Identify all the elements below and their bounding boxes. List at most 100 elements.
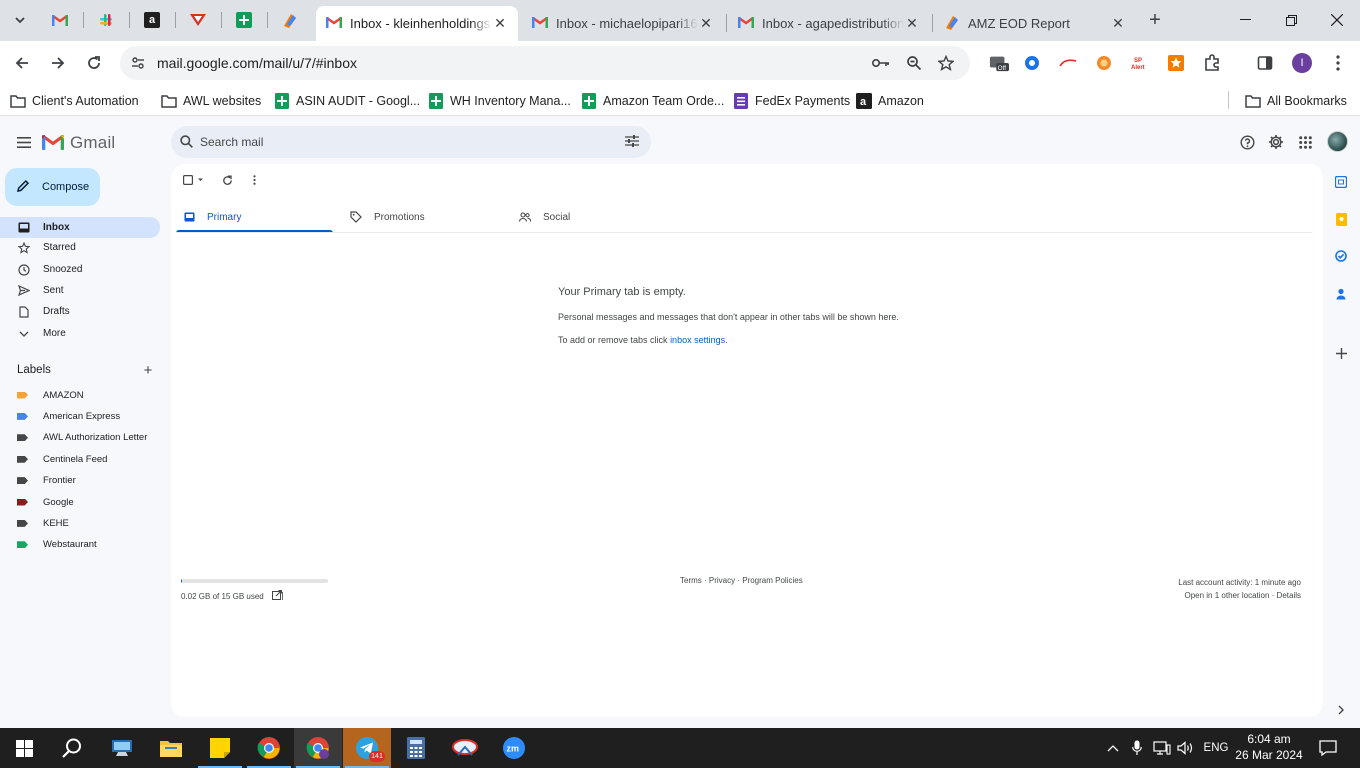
extension-blue-icon[interactable] — [1022, 53, 1042, 73]
profile-avatar[interactable]: I — [1292, 53, 1312, 73]
side-panel-icon[interactable] — [1255, 53, 1275, 73]
tab-inbox-michael[interactable]: Inbox - michaelopipari16 ✕ — [522, 6, 724, 41]
search-options-icon[interactable] — [625, 134, 639, 151]
extension-sp-alert-icon[interactable]: SP Alert — [1130, 53, 1150, 73]
details-link[interactable]: Details — [1277, 591, 1301, 600]
reload-icon[interactable] — [80, 49, 108, 77]
close-tab-icon[interactable]: ✕ — [904, 15, 920, 32]
pinned-tab-colorful[interactable] — [270, 6, 310, 34]
input-language[interactable]: ENG — [1202, 728, 1230, 768]
sticky-notes-icon[interactable] — [196, 728, 244, 768]
support-help-icon[interactable] — [1238, 133, 1256, 151]
chrome-profile-icon[interactable] — [294, 728, 342, 768]
label-item[interactable]: American Express — [17, 408, 120, 424]
close-window-icon[interactable] — [1314, 0, 1360, 40]
nav-more[interactable]: More — [0, 324, 160, 343]
label-item[interactable]: Webstaurant — [17, 537, 97, 553]
close-tab-icon[interactable]: ✕ — [1110, 15, 1126, 32]
search-icon[interactable] — [180, 135, 193, 151]
inbox-settings-link[interactable]: inbox settings — [670, 335, 725, 345]
extension-star-icon[interactable] — [1166, 53, 1186, 73]
keep-icon[interactable] — [1334, 212, 1348, 226]
search-input[interactable] — [200, 133, 600, 151]
program-policies-link[interactable]: Program Policies — [742, 576, 802, 585]
main-menu-icon[interactable] — [12, 130, 36, 154]
pinned-tab-sheets[interactable] — [224, 6, 264, 34]
terms-link[interactable]: Terms — [680, 576, 702, 585]
system-clock[interactable]: 6:04 am 26 Mar 2024 — [1232, 731, 1306, 763]
gmail-logo[interactable]: Gmail — [42, 133, 115, 153]
chrome-menu-icon[interactable] — [1328, 53, 1348, 73]
more-options-icon[interactable] — [253, 173, 256, 187]
nav-starred[interactable]: Starred — [0, 238, 160, 257]
nav-sent[interactable]: Sent — [0, 281, 160, 300]
bookmark-asin-audit[interactable]: ASIN AUDIT - Googl... — [274, 91, 420, 111]
close-tab-icon[interactable]: ✕ — [698, 15, 714, 32]
tasks-icon[interactable] — [1334, 249, 1348, 263]
tab-primary[interactable]: Primary — [183, 201, 241, 233]
nav-inbox[interactable]: Inbox — [0, 217, 160, 238]
back-arrow-icon[interactable] — [8, 49, 36, 77]
volume-icon[interactable] — [1176, 728, 1196, 768]
pinned-tab-gmail[interactable] — [40, 6, 80, 34]
compose-button[interactable]: Compose — [5, 168, 100, 206]
windows-start-icon[interactable] — [0, 728, 48, 768]
zoom-icon[interactable] — [904, 53, 924, 73]
nav-snoozed[interactable]: Snoozed — [0, 260, 160, 279]
microphone-icon[interactable] — [1128, 728, 1146, 768]
new-tab-icon[interactable]: + — [1143, 8, 1167, 32]
show-hidden-icons-chevron-icon[interactable] — [1104, 728, 1122, 768]
remote-desktop-icon[interactable] — [98, 728, 146, 768]
label-item[interactable]: AWL Authorization Letter — [17, 430, 147, 446]
label-item[interactable]: Google — [17, 494, 74, 510]
calendar-icon[interactable] — [1334, 175, 1348, 189]
extension-orange-circle-icon[interactable] — [1094, 53, 1114, 73]
bookmark-star-icon[interactable] — [936, 53, 956, 73]
search-icon[interactable] — [48, 728, 96, 768]
notification-center-icon[interactable] — [1316, 728, 1340, 768]
account-avatar[interactable] — [1327, 131, 1348, 152]
contacts-icon[interactable] — [1334, 287, 1348, 301]
bookmark-amazon[interactable]: a Amazon — [856, 91, 924, 111]
manage-storage-icon[interactable] — [271, 590, 283, 602]
nav-drafts[interactable]: Drafts — [0, 302, 160, 321]
site-info-icon[interactable] — [128, 53, 148, 73]
label-item[interactable]: Frontier — [17, 473, 76, 489]
network-icon[interactable] — [1152, 728, 1172, 768]
bookmark-amazon-team-orders[interactable]: Amazon Team Orde... — [581, 91, 724, 111]
tab-amz-eod-report[interactable]: AMZ EOD Report ✕ — [934, 6, 1136, 41]
all-bookmarks[interactable]: All Bookmarks — [1245, 91, 1347, 111]
password-key-icon[interactable] — [871, 53, 891, 73]
calculator-icon[interactable] — [392, 728, 440, 768]
bookmark-wh-inventory[interactable]: WH Inventory Mana... — [428, 91, 571, 111]
file-explorer-icon[interactable] — [147, 728, 195, 768]
google-apps-grid-icon[interactable] — [1296, 133, 1314, 151]
label-item[interactable]: Centinela Feed — [17, 451, 107, 467]
tab-search-dropdown-icon[interactable] — [8, 8, 32, 32]
tab-inbox-agape[interactable]: Inbox - agapedistribution ✕ — [728, 6, 930, 41]
refresh-icon[interactable] — [222, 173, 233, 187]
bookmark-fedex-payments[interactable]: FedEx Payments — [733, 91, 850, 111]
minimize-icon[interactable] — [1222, 0, 1268, 40]
restore-icon[interactable] — [1268, 0, 1314, 40]
add-label-icon[interactable]: + — [141, 362, 155, 379]
settings-gear-icon[interactable] — [1267, 133, 1285, 151]
bookmark-clients-automation[interactable]: Client's Automation — [10, 91, 139, 111]
close-tab-icon[interactable]: ✕ — [492, 15, 508, 32]
label-item[interactable]: AMAZON — [17, 387, 84, 403]
forward-arrow-icon[interactable] — [44, 49, 72, 77]
pinned-tab-slack[interactable] — [86, 6, 126, 34]
telegram-icon[interactable]: 141 — [343, 728, 391, 768]
add-addon-icon[interactable] — [1334, 346, 1348, 360]
bookmark-awl-websites[interactable]: AWL websites — [161, 91, 261, 111]
tab-promotions[interactable]: Promotions — [350, 201, 425, 233]
tab-inbox-kleinhen[interactable]: Inbox - kleinhenholdingsl ✕ — [316, 6, 518, 41]
extensions-puzzle-icon[interactable] — [1202, 53, 1222, 73]
chrome-icon[interactable] — [245, 728, 293, 768]
label-item[interactable]: KEHE — [17, 515, 69, 531]
snipping-tool-icon[interactable] — [441, 728, 489, 768]
address-bar[interactable]: mail.google.com/mail/u/7/#inbox — [120, 46, 970, 80]
extension-off-icon[interactable]: Off — [989, 53, 1009, 73]
privacy-link[interactable]: Privacy — [709, 576, 735, 585]
zoom-app-icon[interactable]: zm — [490, 728, 538, 768]
